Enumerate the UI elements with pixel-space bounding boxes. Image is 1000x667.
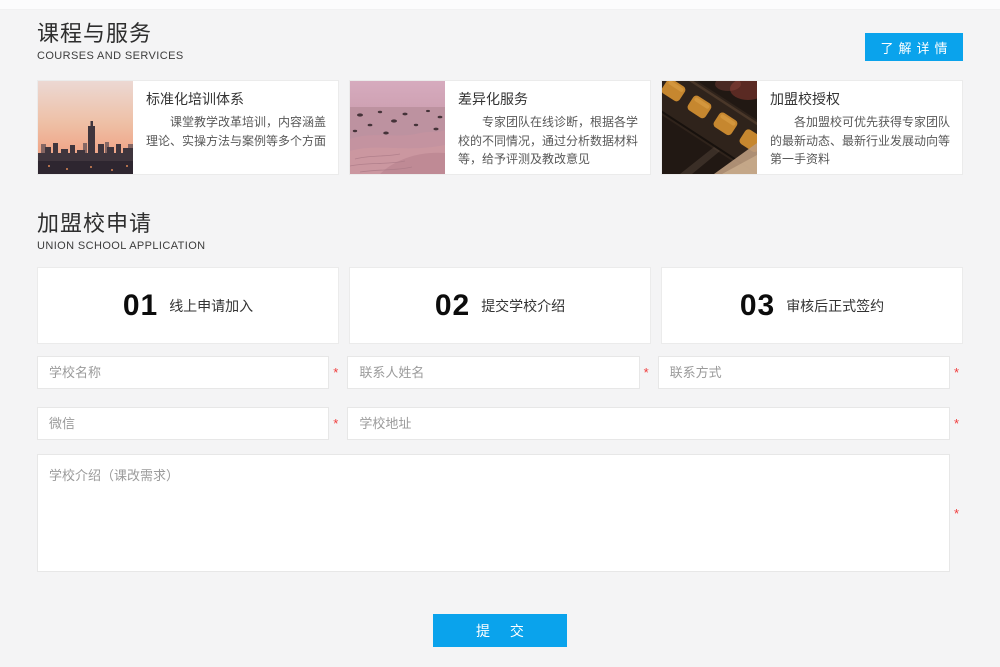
submit-button[interactable]: 提 交 <box>433 614 567 647</box>
school-intro-textarea[interactable] <box>37 454 950 572</box>
card-text-block: 加盟校授权 各加盟校可优先获得专家团队的最新动态、最新行业发展动向等第一手资料 <box>757 81 962 174</box>
required-asterisk: * <box>950 417 963 430</box>
card-text-block: 差异化服务 专家团队在线诊断，根据各学校的不同情况，通过分析数据材料等，给予评测… <box>445 81 650 174</box>
step-sign-contract: 03 审核后正式签约 <box>661 267 963 344</box>
step-online-apply: 01 线上申请加入 <box>37 267 339 344</box>
application-steps-row: 01 线上申请加入 02 提交学校介绍 03 审核后正式签约 <box>37 267 963 344</box>
service-cards-row: 标准化培训体系 课堂教学改革培训，内容涵盖理论、实操方法与案例等多个方面 <box>37 80 963 175</box>
desert-dunes-image <box>350 81 445 174</box>
form-row-1: * * * <box>37 356 963 389</box>
contact-name-input[interactable] <box>347 356 639 389</box>
city-sunset-image <box>38 81 133 174</box>
school-address-field-wrap: * <box>347 407 963 440</box>
card-standard-training: 标准化培训体系 课堂教学改革培训，内容涵盖理论、实操方法与案例等多个方面 <box>37 80 339 175</box>
card-title: 加盟校授权 <box>770 90 950 108</box>
contact-method-input[interactable] <box>658 356 950 389</box>
card-franchise-authorization: 加盟校授权 各加盟校可优先获得专家团队的最新动态、最新行业发展动向等第一手资料 <box>661 80 963 175</box>
step-label: 审核后正式签约 <box>786 296 884 316</box>
form-row-2: * * <box>37 407 963 440</box>
required-asterisk: * <box>950 366 963 379</box>
school-name-field-wrap: * <box>37 356 342 389</box>
wechat-input[interactable] <box>37 407 329 440</box>
application-section-header: 加盟校申请 UNION SCHOOL APPLICATION <box>37 211 963 253</box>
film-strip-image <box>662 81 757 174</box>
courses-section-title: 课程与服务 <box>37 21 184 47</box>
card-description: 专家团队在线诊断，根据各学校的不同情况，通过分析数据材料等，给予评测及教改意见 <box>458 113 638 169</box>
required-asterisk: * <box>329 417 342 430</box>
content-container: 课程与服务 COURSES AND SERVICES 了解详情 <box>0 21 1000 647</box>
school-intro-field-wrap: * <box>37 454 963 572</box>
submit-label: 提 交 <box>476 621 532 641</box>
card-differentiated-service: 差异化服务 专家团队在线诊断，根据各学校的不同情况，通过分析数据材料等，给予评测… <box>349 80 651 175</box>
required-asterisk: * <box>640 366 653 379</box>
courses-section-subtitle: COURSES AND SERVICES <box>37 49 184 63</box>
top-divider <box>0 0 1000 10</box>
step-label: 提交学校介绍 <box>481 296 565 316</box>
required-asterisk: * <box>950 507 963 520</box>
application-section-subtitle: UNION SCHOOL APPLICATION <box>37 239 206 253</box>
step-submit-intro: 02 提交学校介绍 <box>349 267 651 344</box>
courses-title-block: 课程与服务 COURSES AND SERVICES <box>37 21 184 63</box>
franchise-landing-page: 课程与服务 COURSES AND SERVICES 了解详情 <box>0 0 1000 667</box>
courses-section-header: 课程与服务 COURSES AND SERVICES 了解详情 <box>37 21 963 63</box>
step-number: 01 <box>123 289 158 323</box>
contact-name-field-wrap: * <box>347 356 652 389</box>
school-address-input[interactable] <box>347 407 950 440</box>
required-asterisk: * <box>329 366 342 379</box>
school-name-input[interactable] <box>37 356 329 389</box>
application-section-title: 加盟校申请 <box>37 211 206 237</box>
step-number: 03 <box>740 289 775 323</box>
wechat-field-wrap: * <box>37 407 342 440</box>
step-label: 线上申请加入 <box>169 296 253 316</box>
learn-more-button[interactable]: 了解详情 <box>865 33 963 61</box>
learn-more-label: 了解详情 <box>880 38 952 57</box>
card-title: 标准化培训体系 <box>146 90 326 108</box>
contact-method-field-wrap: * <box>658 356 963 389</box>
card-description: 各加盟校可优先获得专家团队的最新动态、最新行业发展动向等第一手资料 <box>770 113 950 169</box>
card-text-block: 标准化培训体系 课堂教学改革培训，内容涵盖理论、实操方法与案例等多个方面 <box>133 81 338 174</box>
card-title: 差异化服务 <box>458 90 638 108</box>
submit-row: 提 交 <box>37 614 963 647</box>
application-title-block: 加盟校申请 UNION SCHOOL APPLICATION <box>37 211 206 253</box>
card-description: 课堂教学改革培训，内容涵盖理论、实操方法与案例等多个方面 <box>146 113 326 150</box>
step-number: 02 <box>435 289 470 323</box>
